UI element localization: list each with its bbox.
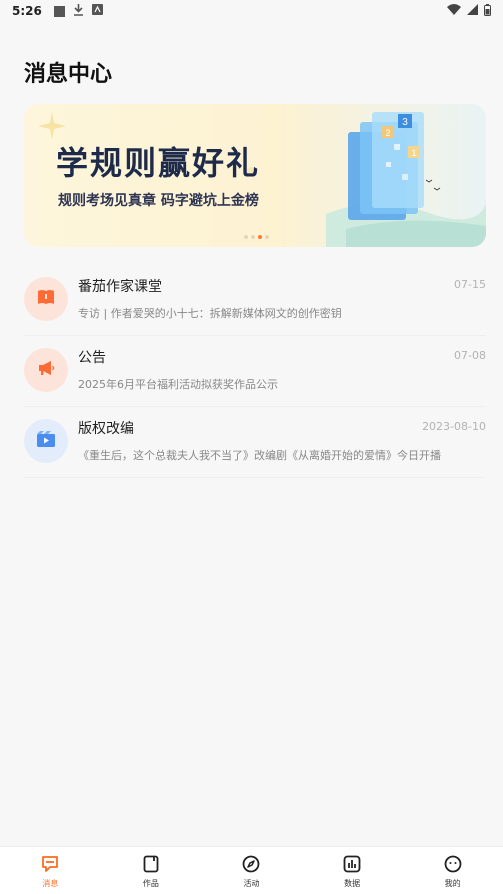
banner-number-2: 2 <box>385 128 390 138</box>
divider <box>24 335 486 336</box>
video-avatar <box>24 419 68 463</box>
banner-subtitle: 规则考场见真章 码字避坑上金榜 <box>58 193 259 209</box>
message-title: 公告 <box>78 350 106 366</box>
message-date: 07-08 <box>454 349 486 362</box>
book-icon <box>37 289 55 309</box>
nav-label: 消息 <box>42 879 59 888</box>
list-item[interactable]: 公告 07-08 2025年6月平台福利活动拟获奖作品公示 <box>0 341 503 407</box>
nav-label: 数据 <box>344 879 361 888</box>
sparkle-icon <box>38 112 66 140</box>
message-preview: 《重生后，这个总裁夫人我不当了》改编剧《从离婚开始的爱情》今日开播 <box>78 449 441 462</box>
message-title: 番茄作家课堂 <box>78 279 162 295</box>
message-icon <box>40 854 60 874</box>
banner-dot[interactable] <box>251 235 255 239</box>
banner-illustration: 3 2 1 <box>326 112 486 247</box>
divider <box>24 477 486 478</box>
message-title: 版权改编 <box>78 421 134 437</box>
megaphone-icon <box>37 360 55 380</box>
nav-item-chart[interactable]: 数据 <box>302 847 403 894</box>
nav-item-works[interactable]: 作品 <box>101 847 202 894</box>
app-notification-icon <box>91 4 103 18</box>
banner-number-3: 3 <box>402 117 408 128</box>
works-icon <box>141 854 161 874</box>
divider <box>24 406 486 407</box>
download-icon <box>73 3 84 19</box>
banner-title: 学规则赢好礼 <box>56 144 261 182</box>
promo-banner[interactable]: 学规则赢好礼 规则考场见真章 码字避坑上金榜 3 2 1 <box>24 104 486 247</box>
nav-item-profile[interactable]: 我的 <box>402 847 503 894</box>
banner-dot[interactable] <box>258 235 262 239</box>
message-date: 2023-08-10 <box>422 420 486 433</box>
profile-icon <box>443 854 463 874</box>
status-time: 5:26 <box>12 4 42 18</box>
banner-dot[interactable] <box>265 235 269 239</box>
banner-number-1: 1 <box>411 148 416 158</box>
battery-icon <box>484 3 491 19</box>
wifi-icon <box>447 4 461 18</box>
book-avatar <box>24 277 68 321</box>
video-icon <box>36 430 56 452</box>
bottom-nav: 消息 作品 活动 数据 我的 <box>0 846 503 894</box>
banner-pagination <box>244 235 269 239</box>
status-bar: 5:26 <box>0 0 503 22</box>
message-preview: 2025年6月平台福利活动拟获奖作品公示 <box>78 378 278 391</box>
message-date: 07-15 <box>454 278 486 291</box>
banner-dot[interactable] <box>244 235 248 239</box>
compass-icon <box>241 854 261 874</box>
megaphone-avatar <box>24 348 68 392</box>
list-item[interactable]: 版权改编 2023-08-10 《重生后，这个总裁夫人我不当了》改编剧《从离婚开始的… <box>0 412 503 478</box>
nav-label: 作品 <box>142 879 159 888</box>
list-item[interactable]: 番茄作家课堂 07-15 专访 | 作者爱哭的小十七：拆解新媒体网文的创作密钥 <box>0 270 503 336</box>
chart-icon <box>342 854 362 874</box>
nav-label: 我的 <box>444 879 461 888</box>
signal-icon <box>467 4 478 18</box>
page-title: 消息中心 <box>24 61 113 87</box>
message-preview: 专访 | 作者爱哭的小十七：拆解新媒体网文的创作密钥 <box>78 307 342 320</box>
nav-item-compass[interactable]: 活动 <box>201 847 302 894</box>
nav-label: 活动 <box>243 879 260 888</box>
nav-item-message[interactable]: 消息 <box>0 847 101 894</box>
notification-icon <box>53 5 65 17</box>
